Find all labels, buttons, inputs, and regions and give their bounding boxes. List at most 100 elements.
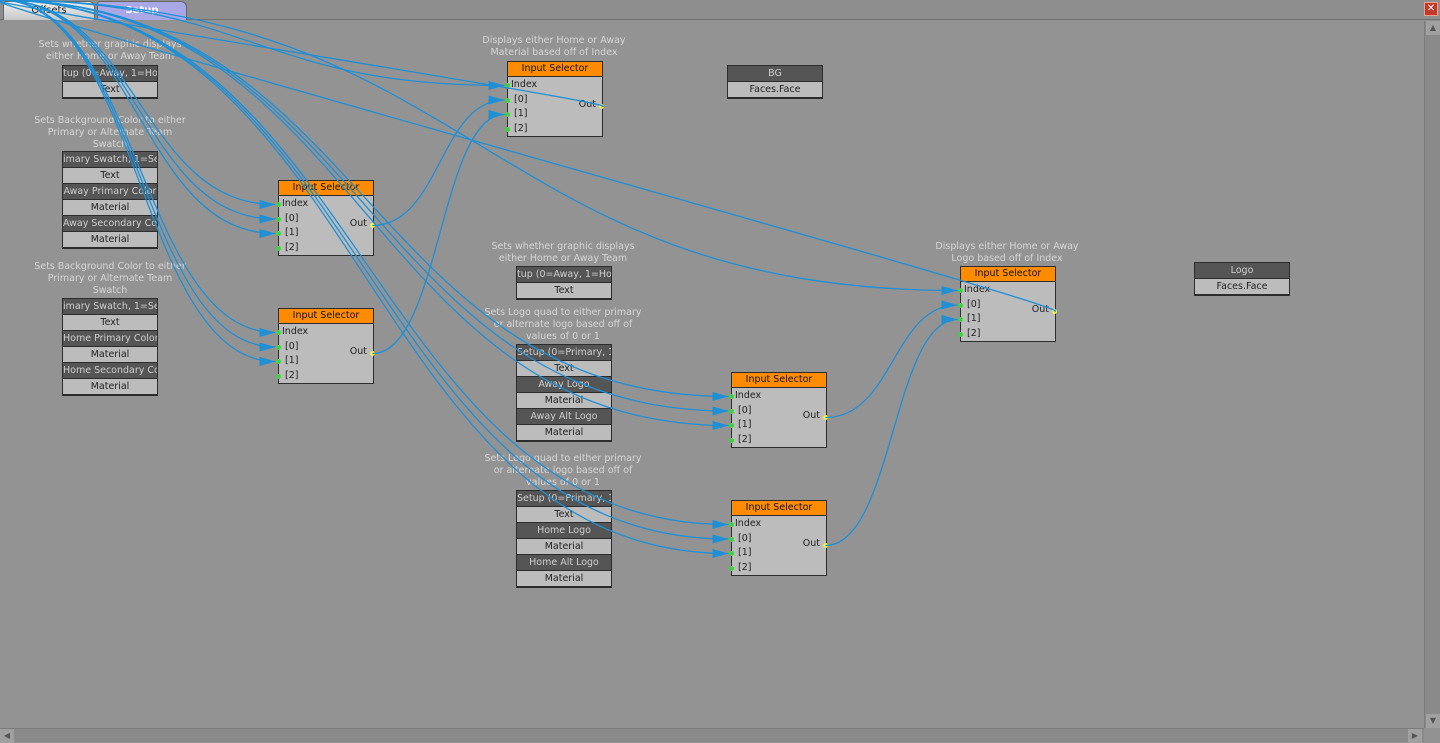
node-port[interactable]: Material	[517, 539, 611, 555]
input-selector-node[interactable]: Input Selector Index [0] [1] [2] Out	[276, 180, 375, 256]
output-port-dot[interactable]	[1052, 309, 1057, 314]
input-port-dot[interactable]	[958, 288, 963, 293]
input-selector-title: Input Selector	[279, 181, 373, 196]
input-port-dot[interactable]	[276, 231, 281, 236]
node-header: Away Primary Color	[63, 184, 157, 200]
input-selector-node[interactable]: Input Selector Index [0] [1] [2] Out	[505, 61, 604, 137]
output-port-dot[interactable]	[370, 223, 375, 228]
selector-input-label: [0]	[514, 93, 528, 105]
input-selector-node[interactable]: Input Selector Index [0] [1] [2] Out	[729, 500, 828, 576]
input-selector-body: Index [0] [1] [2] Out	[958, 282, 1057, 342]
input-port-dot[interactable]	[276, 359, 281, 364]
selector-input-3[interactable]: [2]	[276, 369, 373, 384]
input-port-dot[interactable]	[276, 202, 281, 207]
property-node[interactable]: tup (0=Away, 1=Hom Text	[62, 65, 158, 99]
horizontal-scrollbar[interactable]: ◀ ▶	[0, 728, 1424, 743]
selector-input-3[interactable]: [2]	[729, 433, 826, 448]
selector-output[interactable]: Out	[349, 218, 375, 229]
selector-output[interactable]: Out	[1032, 304, 1057, 315]
output-port-dot[interactable]	[370, 351, 375, 356]
property-node[interactable]: Setup (0=Primary, 1=TextHome LogoMateria…	[516, 490, 612, 588]
target-node-bg[interactable]: BG Faces.Face	[727, 65, 823, 99]
selector-input-label: [0]	[738, 532, 752, 544]
node-port[interactable]: Text	[63, 315, 157, 331]
scroll-down-icon[interactable]: ▼	[1426, 714, 1440, 728]
node-port[interactable]: Faces.Face	[1195, 279, 1289, 295]
vertical-scrollbar[interactable]: ▲ ▼	[1424, 21, 1440, 728]
node-port[interactable]: Faces.Face	[728, 82, 822, 98]
selector-output[interactable]: Out	[803, 410, 828, 421]
comment-note: Displays either Home or Away Material ba…	[482, 35, 626, 58]
node-graph-canvas[interactable]: Sets whether graphic displays either Hom…	[2, 21, 1424, 728]
selector-input-0[interactable]: Index	[958, 283, 1055, 298]
input-selector-node[interactable]: Input Selector Index [0] [1] [2] Out	[276, 308, 375, 384]
selector-input-label: [2]	[285, 369, 299, 381]
selector-input-label: [1]	[738, 419, 752, 430]
selector-output[interactable]: Out	[802, 538, 828, 549]
input-port-dot[interactable]	[729, 551, 734, 556]
input-port-dot[interactable]	[276, 330, 281, 335]
node-port[interactable]: Material	[63, 200, 157, 216]
target-node-logo[interactable]: Logo Faces.Face	[1194, 262, 1290, 296]
input-port-dot[interactable]	[276, 245, 281, 251]
input-port-dot[interactable]	[958, 331, 963, 337]
node-port[interactable]: Text	[517, 507, 611, 523]
selector-input-3[interactable]: [2]	[276, 241, 373, 256]
input-port-dot[interactable]	[276, 216, 281, 222]
node-port[interactable]: Text	[517, 283, 611, 299]
input-port-dot[interactable]	[505, 97, 510, 103]
property-node[interactable]: Setup (0=Primary, 1=TextAway LogoMateria…	[516, 344, 612, 442]
input-port-dot[interactable]	[276, 344, 281, 350]
output-port-dot[interactable]	[599, 104, 604, 109]
input-port-dot[interactable]	[729, 437, 734, 443]
output-port-dot[interactable]	[823, 415, 828, 420]
node-port[interactable]: Material	[63, 347, 157, 363]
selector-output-label: Out	[802, 538, 820, 549]
input-port-dot[interactable]	[505, 83, 510, 88]
node-port[interactable]: Material	[63, 379, 157, 395]
input-port-dot[interactable]	[958, 302, 963, 308]
input-port-dot[interactable]	[729, 522, 734, 527]
input-port-dot[interactable]	[729, 536, 734, 542]
input-port-dot[interactable]	[505, 112, 510, 117]
selector-input-label: [0]	[967, 298, 981, 310]
selector-input-3[interactable]: [2]	[729, 561, 826, 576]
input-port-dot[interactable]	[729, 423, 734, 428]
input-port-dot[interactable]	[729, 408, 734, 414]
tab-setup[interactable]: Setup	[97, 1, 187, 20]
property-node[interactable]: imary Swatch, 1=Sec Text Away Primary Colo…	[62, 151, 158, 249]
scroll-right-icon[interactable]: ▶	[1408, 729, 1422, 743]
node-port[interactable]: Material	[517, 571, 611, 587]
selector-input-0[interactable]: Index	[729, 389, 826, 404]
input-port-dot[interactable]	[958, 317, 963, 322]
tab-offsets[interactable]: Offsets	[3, 1, 95, 20]
scroll-up-icon[interactable]: ▲	[1426, 21, 1440, 35]
input-port-dot[interactable]	[276, 373, 281, 379]
input-selector-node[interactable]: Input Selector Index [0] [1] [2] Out	[729, 372, 828, 448]
input-port-dot[interactable]	[729, 394, 734, 399]
property-node[interactable]: imary Swatch, 1=Sec Text Home Primary Colo…	[62, 298, 158, 396]
input-port-dot[interactable]	[505, 126, 510, 132]
node-port[interactable]: Text	[517, 361, 611, 377]
node-port[interactable]: Material	[517, 393, 611, 409]
selector-output-label: Out	[349, 218, 367, 229]
node-port[interactable]: Text	[63, 168, 157, 184]
output-port-dot[interactable]	[823, 543, 828, 548]
selector-input-3[interactable]: [2]	[958, 327, 1055, 342]
node-port[interactable]: Material	[63, 232, 157, 248]
input-selector-node[interactable]: Input Selector Index [0] [1] [2] Out	[958, 266, 1057, 342]
selector-input-0[interactable]: Index	[505, 78, 602, 93]
selector-input-label: [1]	[514, 108, 528, 119]
property-node[interactable]: tup (0=Away, 1=Hom Text	[516, 266, 612, 300]
close-icon[interactable]: ✕	[1424, 2, 1438, 16]
node-port[interactable]: Text	[63, 82, 157, 98]
input-port-dot[interactable]	[729, 565, 734, 571]
selector-output[interactable]: Out	[579, 99, 604, 110]
selector-input-0[interactable]: Index	[276, 197, 373, 212]
node-port[interactable]: Material	[517, 425, 611, 441]
selector-input-3[interactable]: [2]	[505, 122, 602, 137]
scroll-left-icon[interactable]: ◀	[0, 729, 14, 743]
selector-output[interactable]: Out	[350, 346, 375, 357]
selector-input-0[interactable]: Index	[276, 325, 373, 340]
selector-input-0[interactable]: Index	[729, 517, 826, 532]
